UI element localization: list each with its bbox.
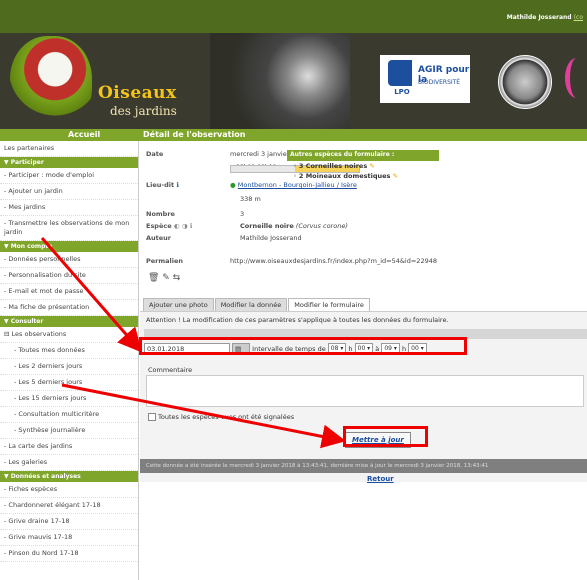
sidebar-item[interactable]: - Données personnelles	[0, 252, 138, 268]
sidebar-item[interactable]: - Fiches espèces	[0, 482, 138, 498]
other-species-item[interactable]: ◦ 2 Moineaux domestiques ✎	[287, 171, 439, 181]
warning-text: Attention ! La modification de ces param…	[146, 316, 449, 324]
nombre-label: Nombre	[146, 210, 175, 218]
partner-seal-icon	[498, 55, 552, 109]
logo-bird-icon[interactable]	[10, 36, 92, 131]
logo-title[interactable]: Oiseaux	[98, 83, 177, 103]
sidebar-item[interactable]: - Ma fiche de présentation	[0, 300, 138, 316]
user-info[interactable]: Mathilde Josserand (co	[507, 14, 583, 21]
date-label: Date	[146, 150, 164, 158]
other-species-title: Autres espèces du formulaire :	[287, 150, 439, 161]
all-species-checkbox[interactable]: Toutes les espèces vues ont été signalée…	[148, 413, 294, 421]
page-title: Détail de l'observation	[143, 130, 246, 139]
sidebar-section-participer[interactable]: ▼ Participer	[0, 157, 138, 168]
status-bar: Cette donnée a été insérée le mercredi 3…	[140, 459, 587, 473]
sidebar-item[interactable]: - Les galeries	[0, 455, 138, 471]
pink-partner-icon	[565, 52, 587, 112]
nav-bar: Accueil Détail de l'observation	[0, 129, 587, 141]
sidebar-item[interactable]: - Personnalisation du site	[0, 268, 138, 284]
lieu-value: ● Montbernon - Bourgoin-Jallieu / Isère	[230, 181, 357, 189]
tab-modify-data[interactable]: Modifier la donnée	[214, 298, 288, 312]
other-species-item[interactable]: ◦ 3 Corneilles noires ✎	[287, 161, 439, 171]
nav-home-link[interactable]: Accueil	[68, 130, 100, 139]
permalien-label: Permalien	[146, 257, 184, 265]
auteur-label: Auteur	[146, 234, 172, 242]
sidebar-item[interactable]: - Transmettre les observations de mon ja…	[0, 216, 138, 241]
sidebar-item[interactable]: - Grive draine 17-18	[0, 514, 138, 530]
sidebar-section-consulter[interactable]: ▼ Consulter	[0, 316, 138, 327]
sidebar-item[interactable]: - Mes jardins	[0, 200, 138, 216]
sidebar: Les partenaires ▼ Participer - Participe…	[0, 141, 139, 580]
agir-line2: BIODIVERSITÉ	[418, 79, 461, 86]
sidebar-item[interactable]: - Grive mauvis 17-18	[0, 530, 138, 546]
highlight-save-button	[343, 426, 428, 447]
sidebar-item[interactable]: - Participer : mode d'emploi	[0, 168, 138, 184]
sidebar-item[interactable]: - La carte des jardins	[0, 439, 138, 455]
comment-textarea[interactable]	[146, 375, 584, 407]
banner-bird-photo	[210, 33, 350, 129]
other-species-panel: Autres espèces du formulaire : ◦ 3 Corne…	[287, 150, 439, 180]
permalien-value[interactable]: http://www.oiseauxdesjardins.fr/index.ph…	[230, 257, 437, 265]
sidebar-item[interactable]: - Pinson du Nord 17-18	[0, 546, 138, 562]
checkbox-box[interactable]	[148, 413, 156, 421]
sidebar-item[interactable]: - Les 5 derniers jours	[0, 375, 138, 391]
lieu-link[interactable]: Montbernon - Bourgoin-Jallieu / Isère	[238, 181, 357, 189]
espece-value: Corneille noire (Corvus corone)	[240, 222, 348, 230]
user-name: Mathilde Josserand	[506, 14, 572, 21]
nombre-value: 3	[240, 210, 245, 218]
sidebar-section-mon-compte[interactable]: ▼ Mon compte	[0, 241, 138, 252]
sidebar-item[interactable]: - Ajouter un jardin	[0, 184, 138, 200]
sidebar-item[interactable]: - Synthèse journalière	[0, 423, 138, 439]
auteur-value: Mathilde Josserand	[240, 234, 302, 242]
sidebar-section-donnees[interactable]: ▼ Données et analyses	[0, 471, 138, 482]
highlight-date-row	[139, 337, 467, 355]
sidebar-item-partenaires[interactable]: Les partenaires	[0, 141, 138, 157]
tabs-bar: Ajouter une photo Modifier la donnée Modif…	[143, 298, 371, 312]
sidebar-item[interactable]: - Consultation multicritère	[0, 407, 138, 423]
logout-link[interactable]: (co	[574, 14, 583, 21]
sidebar-item[interactable]: - Toutes mes données	[0, 343, 138, 359]
comment-label: Commentaire	[148, 366, 193, 374]
top-bar: Mathilde Josserand (co	[0, 0, 587, 33]
espece-label: Espèce ◐ ◑ ℹ	[146, 222, 193, 230]
sidebar-item[interactable]: - Chardonneret élégant 17-18	[0, 498, 138, 514]
tab-add-photo[interactable]: Ajouter une photo	[143, 298, 214, 312]
sidebar-item[interactable]: ⊟ Les observations	[0, 327, 138, 343]
action-icons[interactable]: 🗑 ✎ ⇆	[148, 273, 180, 283]
agir-logo[interactable]: AGIR pour la BIODIVERSITÉ	[412, 55, 470, 103]
back-link[interactable]: Retour	[367, 475, 394, 483]
logo-subtitle: des jardins	[110, 104, 177, 118]
sidebar-item[interactable]: - E-mail et mot de passe	[0, 284, 138, 300]
lieu-label: Lieu-dit ℹ	[146, 181, 179, 189]
altitude-value: 338 m	[240, 195, 261, 203]
sidebar-item[interactable]: - Les 2 derniers jours	[0, 359, 138, 375]
sidebar-item[interactable]: - Les 15 derniers jours	[0, 391, 138, 407]
tab-modify-form[interactable]: Modifier le formulaire	[288, 298, 370, 312]
